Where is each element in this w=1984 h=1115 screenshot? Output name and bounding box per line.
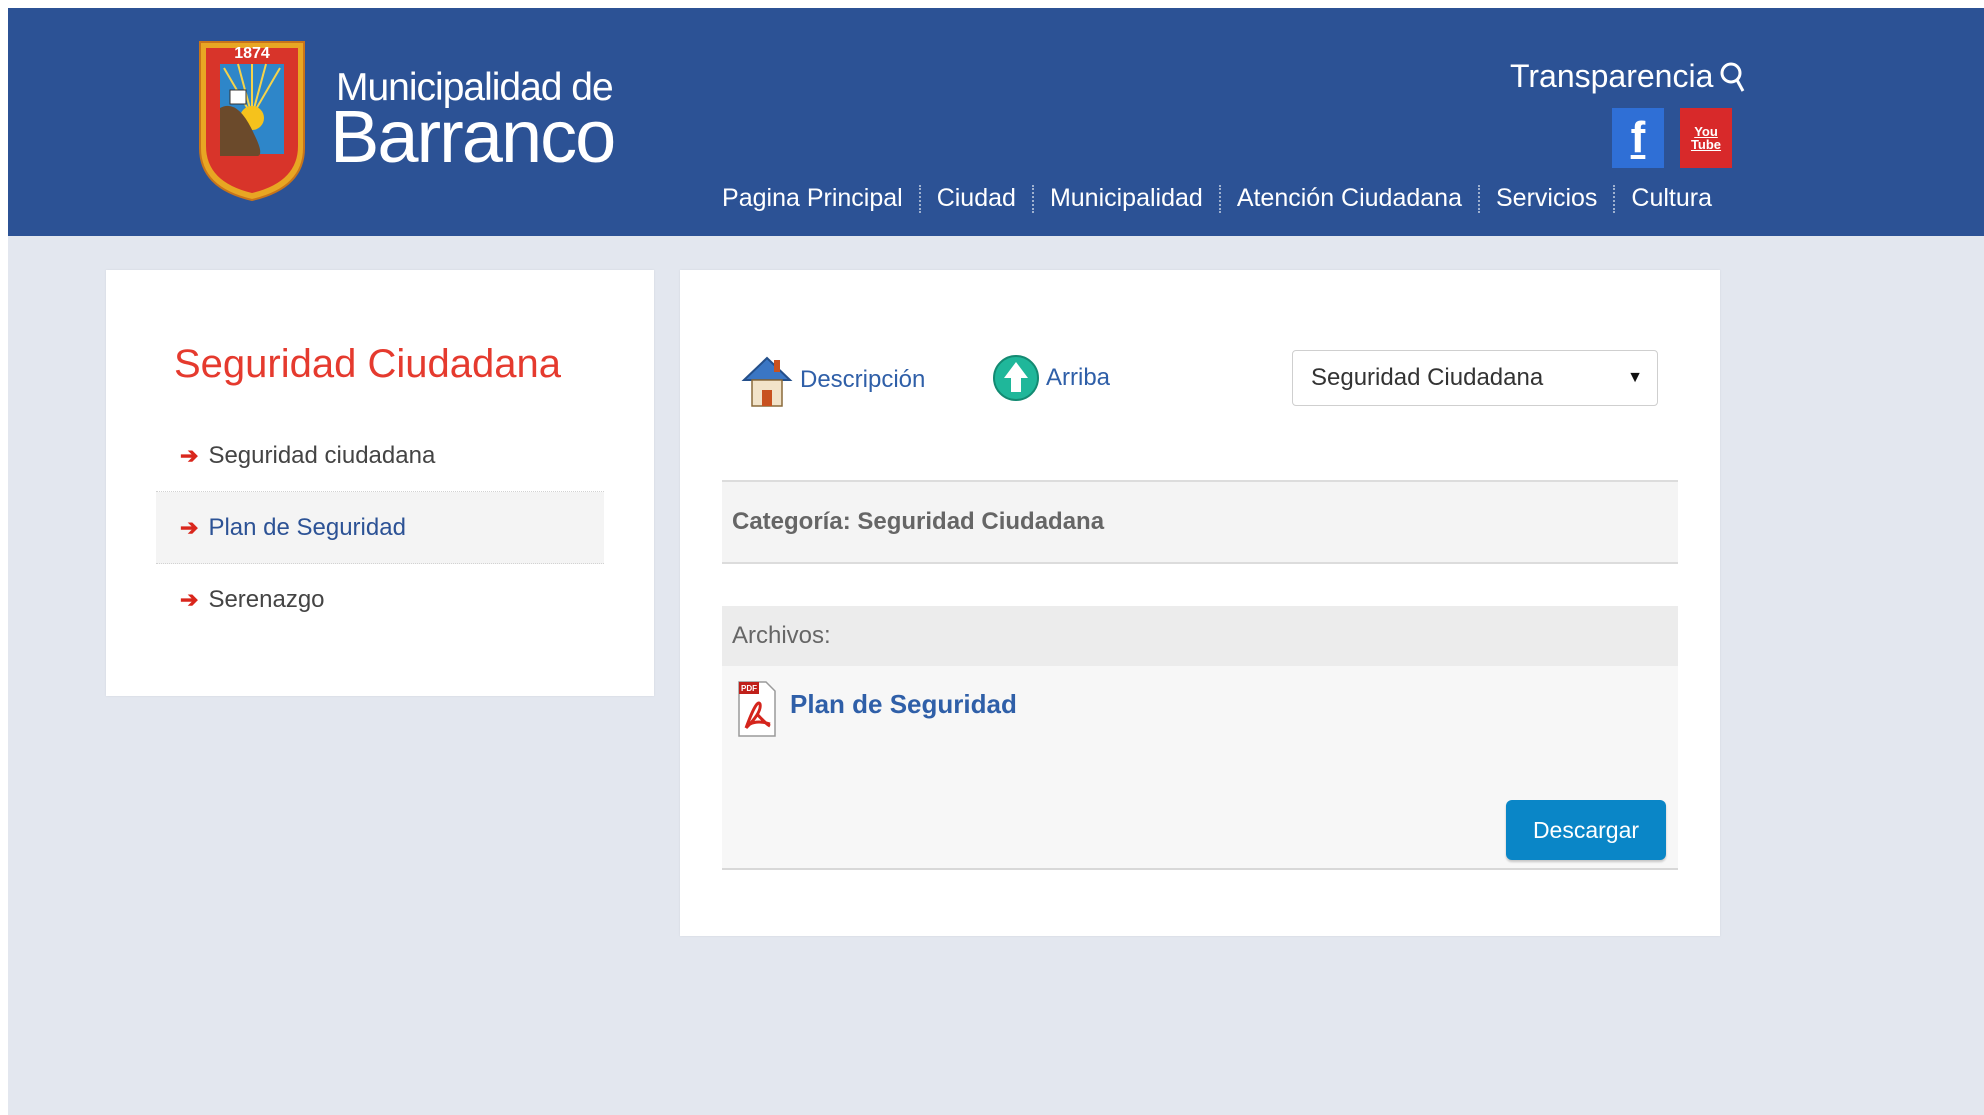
file-item: PDF Plan de Seguridad [736, 678, 1017, 740]
category-heading: Categoría: Seguridad Ciudadana [722, 480, 1678, 564]
category-select[interactable]: Seguridad Ciudadana ▼ [1292, 350, 1658, 406]
nav-pagina-principal[interactable]: Pagina Principal [706, 184, 919, 213]
sidebar-item-label: Seguridad ciudadana [208, 441, 436, 469]
sidebar-item-serenazgo[interactable]: ➔ Serenazgo [156, 564, 604, 636]
arrow-right-icon: ➔ [180, 442, 199, 468]
arrow-right-icon: ➔ [180, 514, 199, 540]
transparencia-link[interactable]: Transparencia [1510, 58, 1745, 95]
nav-cultura[interactable]: Cultura [1615, 184, 1712, 213]
sidebar-menu: ➔ Seguridad ciudadana ➔ Plan de Segurida… [156, 420, 604, 636]
nav-municipalidad[interactable]: Municipalidad [1034, 184, 1219, 213]
sidebar: Seguridad Ciudadana ➔ Seguridad ciudadan… [106, 270, 654, 696]
download-button[interactable]: Descargar [1506, 800, 1666, 860]
file-link[interactable]: Plan de Seguridad [790, 689, 1017, 720]
arriba-label: Arriba [1046, 364, 1111, 391]
content-panel: Descripción Arriba Seguridad Ciudadana ▼… [680, 270, 1720, 936]
nav-servicios[interactable]: Servicios [1480, 184, 1613, 213]
youtube-icon[interactable]: You Tube [1680, 108, 1732, 168]
main-nav: Pagina Principal Ciudad Municipalidad At… [706, 184, 1712, 213]
sidebar-item-seguridad-ciudadana[interactable]: ➔ Seguridad ciudadana [156, 420, 604, 492]
site-header: 1874 Municipalidad de Barranco Transpare… [8, 8, 1984, 236]
files-panel: Archivos: PDF Plan de Seguridad Descarga… [722, 606, 1678, 870]
nav-ciudad[interactable]: Ciudad [921, 184, 1032, 213]
facebook-icon[interactable]: f [1612, 108, 1664, 168]
house-icon [741, 356, 793, 407]
arrow-up-circle-icon [993, 355, 1039, 401]
sidebar-item-plan-de-seguridad[interactable]: ➔ Plan de Seguridad [156, 492, 604, 564]
arrow-right-icon: ➔ [180, 587, 199, 612]
sidebar-title: Seguridad Ciudadana [174, 342, 561, 386]
logo-year: 1874 [234, 45, 270, 62]
youtube-glyph-bottom: Tube [1690, 137, 1722, 152]
sidebar-item-label: Plan de Seguridad [208, 513, 406, 541]
pdf-file-icon[interactable]: PDF [736, 678, 778, 740]
category-select-value: Seguridad Ciudadana [1311, 364, 1544, 391]
descripcion-link[interactable]: Descripción [740, 350, 925, 410]
facebook-glyph: f [1630, 113, 1646, 162]
logo-text-line2: Barranco [330, 95, 616, 178]
municipal-crest-icon[interactable]: 1874 [194, 38, 310, 203]
chevron-down-icon: ▼ [1627, 369, 1643, 386]
files-heading: Archivos: [722, 606, 1678, 666]
descripcion-label: Descripción [800, 366, 926, 393]
sidebar-item-label: Serenazgo [208, 586, 325, 613]
arriba-link[interactable]: Arriba [992, 350, 1110, 406]
transparencia-label: Transparencia [1510, 58, 1714, 94]
nav-atencion-ciudadana[interactable]: Atención Ciudadana [1221, 184, 1478, 213]
pdf-icon-label: PDF [741, 684, 757, 693]
search-icon [1720, 62, 1745, 92]
